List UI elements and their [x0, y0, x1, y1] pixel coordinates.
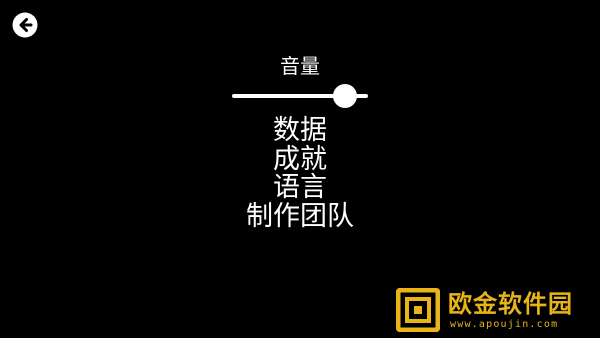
menu-item-data[interactable]: 数据	[0, 116, 600, 146]
watermark-title: 欧金软件园	[448, 290, 573, 318]
watermark-logo-icon	[396, 288, 440, 332]
back-arrow-icon	[12, 12, 38, 38]
watermark: 欧金软件园 www.apoujin.com	[396, 288, 596, 336]
menu-item-credits[interactable]: 制作团队	[0, 202, 600, 232]
settings-menu: 数据 成就 语言 制作团队	[0, 116, 600, 232]
watermark-url: www.apoujin.com	[450, 319, 559, 330]
volume-label: 音量	[280, 54, 320, 78]
volume-slider-thumb[interactable]	[332, 84, 357, 108]
back-button[interactable]	[12, 12, 38, 38]
menu-item-language[interactable]: 语言	[0, 173, 600, 203]
menu-item-achievements[interactable]: 成就	[0, 145, 600, 175]
volume-slider[interactable]	[232, 84, 368, 108]
